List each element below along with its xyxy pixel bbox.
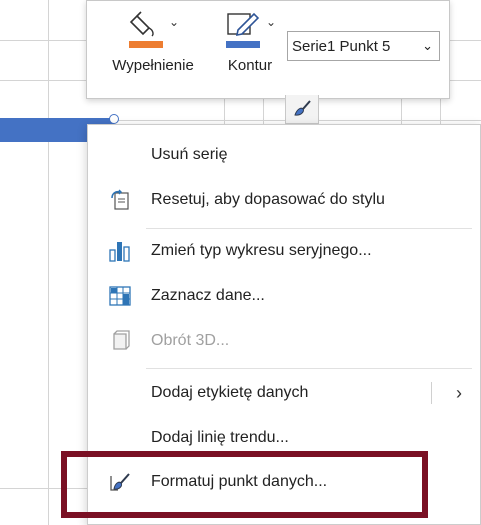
menu-item-delete-series[interactable]: Usuń serię bbox=[88, 135, 480, 175]
menu-item-add-data-label[interactable]: Dodaj etykietę danych › bbox=[88, 373, 480, 413]
format-data-point-icon bbox=[108, 470, 132, 494]
menu-item-label: Dodaj linię trendu... bbox=[151, 429, 289, 446]
context-menu: Usuń serię Resetuj, aby dopasować do sty… bbox=[87, 124, 481, 525]
fill-label: Wypełnienie bbox=[112, 57, 194, 74]
reset-style-icon bbox=[108, 188, 132, 212]
format-brush-chip[interactable] bbox=[285, 95, 319, 124]
menu-item-label: Formatuj punkt danych... bbox=[151, 473, 328, 490]
menu-item-label: Obrót 3D... bbox=[151, 332, 230, 349]
menu-item-label: Usuń serię bbox=[151, 146, 228, 163]
menu-item-format-data-point[interactable]: Formatuj punkt danych... bbox=[88, 462, 480, 502]
outline-label: Kontur bbox=[227, 57, 273, 74]
menu-item-label: Zaznacz dane... bbox=[151, 287, 265, 304]
format-brush-icon bbox=[294, 100, 311, 116]
change-chart-type-icon bbox=[108, 239, 132, 263]
series-selector-dropdown[interactable]: Serie1 Punkt 5 ⌄ bbox=[287, 31, 440, 61]
menu-item-label: Dodaj etykietę danych bbox=[151, 384, 309, 401]
chevron-down-icon: ⌄ bbox=[422, 38, 433, 53]
pencil-outline-icon bbox=[225, 12, 260, 48]
chevron-down-icon[interactable]: ⌄ bbox=[169, 15, 179, 29]
menu-item-reset-style[interactable]: Resetuj, aby dopasować do stylu bbox=[88, 180, 480, 220]
chevron-right-icon[interactable]: › bbox=[456, 383, 462, 404]
select-data-icon bbox=[108, 284, 132, 308]
data-point-handle[interactable] bbox=[109, 114, 119, 124]
fill-button[interactable]: ⌄ Wypełnienie bbox=[97, 5, 209, 74]
submenu-divider bbox=[431, 382, 432, 404]
mini-toolbar: ⌄ Wypełnienie ⌄ Kontur Serie1 Punkt 5 ⌄ bbox=[86, 0, 450, 99]
rotation-3d-icon bbox=[108, 329, 132, 353]
outline-button[interactable]: ⌄ Kontur bbox=[213, 5, 287, 74]
paint-bucket-icon bbox=[128, 11, 163, 48]
menu-item-label: Resetuj, aby dopasować do stylu bbox=[151, 191, 385, 208]
menu-item-label: Zmień typ wykresu seryjnego... bbox=[151, 242, 372, 259]
chevron-down-icon[interactable]: ⌄ bbox=[266, 15, 276, 29]
menu-item-change-chart-type[interactable]: Zmień typ wykresu seryjnego... bbox=[88, 231, 480, 271]
menu-item-3d-rotation: Obrót 3D... bbox=[88, 321, 480, 361]
series-selector-value: Serie1 Punkt 5 bbox=[292, 37, 391, 55]
menu-item-select-data[interactable]: Zaznacz dane... bbox=[88, 276, 480, 316]
menu-item-add-trendline[interactable]: Dodaj linię trendu... bbox=[88, 418, 480, 458]
